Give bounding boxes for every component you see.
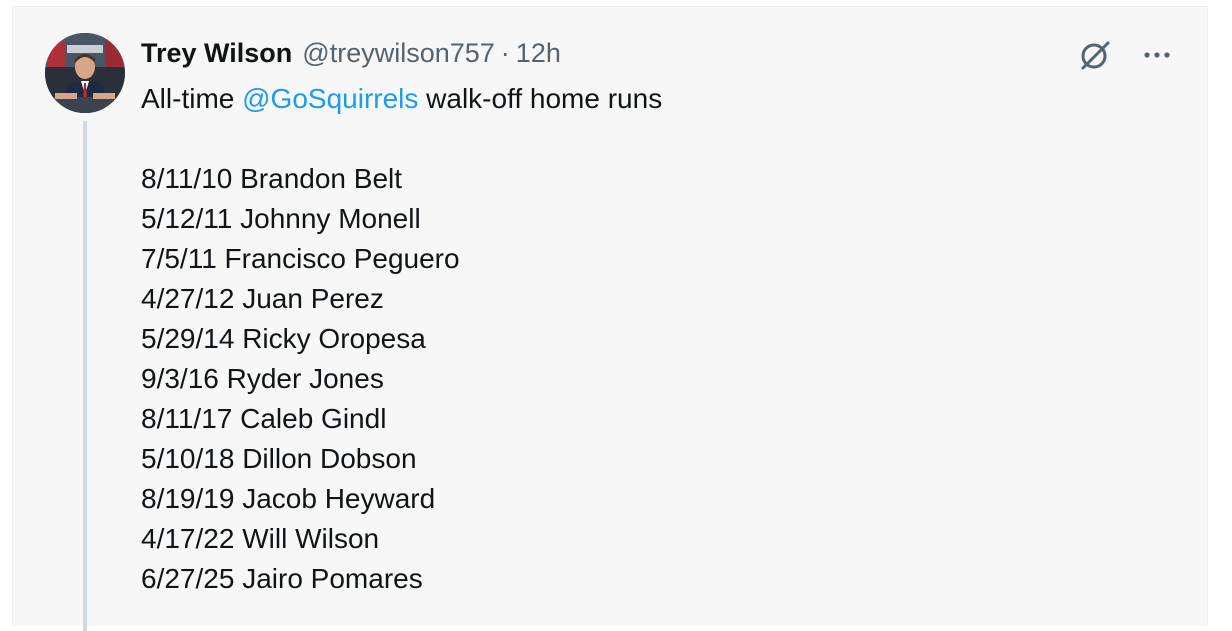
- list-item: 4/27/12 Juan Perez: [141, 283, 384, 314]
- list-item: 8/19/19 Jacob Heyward: [141, 483, 436, 514]
- intro-suffix: walk-off home runs: [418, 83, 663, 114]
- tweet-text: All-time @GoSquirrels walk-off home runs…: [141, 79, 1141, 599]
- mention-link[interactable]: @GoSquirrels: [242, 83, 418, 114]
- grok-icon[interactable]: [1077, 37, 1113, 73]
- thread-line: [83, 121, 87, 631]
- list-item: 8/11/10 Brandon Belt: [141, 163, 403, 194]
- tweet-header: Trey Wilson @treywilson757 · 12h: [141, 35, 561, 71]
- walkoff-list: 8/11/10 Brandon Belt 5/12/11 Johnny Mone…: [141, 159, 1141, 599]
- list-item: 9/3/16 Ryder Jones: [141, 363, 384, 394]
- list-item: 4/17/22 Will Wilson: [141, 523, 380, 554]
- timestamp[interactable]: 12h: [516, 35, 561, 71]
- author-name[interactable]: Trey Wilson: [141, 35, 292, 71]
- more-icon[interactable]: [1141, 39, 1173, 71]
- list-item: 8/11/17 Caleb Gindl: [141, 403, 387, 434]
- avatar-image: [45, 33, 125, 113]
- intro-prefix: All-time: [141, 83, 243, 114]
- tweet-intro: All-time @GoSquirrels walk-off home runs: [141, 79, 1141, 119]
- author-handle[interactable]: @treywilson757: [302, 35, 495, 71]
- separator-dot: ·: [500, 38, 510, 68]
- list-item: 5/29/14 Ricky Oropesa: [141, 323, 426, 354]
- list-item: 7/5/11 Francisco Peguero: [141, 243, 460, 274]
- list-item: 6/27/25 Jairo Pomares: [141, 563, 423, 594]
- avatar[interactable]: [45, 33, 125, 113]
- list-item: 5/12/11 Johnny Monell: [141, 203, 421, 234]
- tweet-actions: [1077, 37, 1173, 73]
- tweet-card[interactable]: Trey Wilson @treywilson757 · 12h All-tim…: [12, 6, 1208, 631]
- list-item: 5/10/18 Dillon Dobson: [141, 443, 417, 474]
